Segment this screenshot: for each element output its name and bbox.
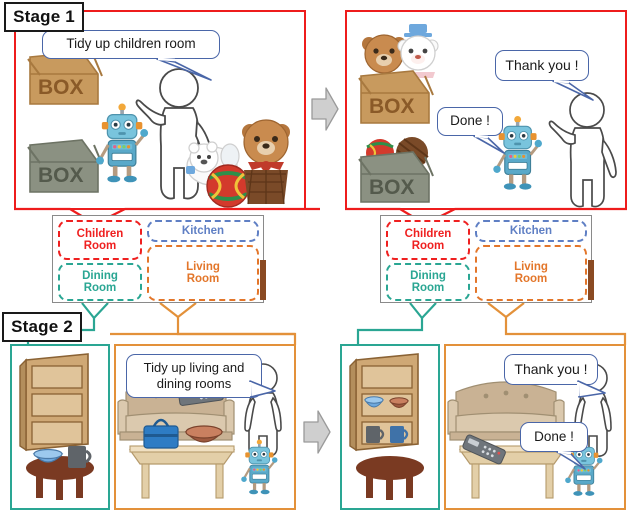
room-map-left: Children Room Kitchen Dining Room Living… (52, 215, 266, 303)
stage2-instruction-bubble: Tidy up living and dining rooms (126, 354, 276, 398)
svg-text:BOX: BOX (38, 76, 84, 99)
stage2-after-living-panel: Thank you ! Done ! (444, 344, 626, 510)
stage1-thankyou-text: Thank you ! (505, 56, 579, 73)
stage2-label-text: Stage 2 (11, 317, 73, 336)
door-jamb (260, 260, 266, 300)
box-brown-illustration: BOX (27, 51, 103, 105)
shelf-with-items-illustration (349, 353, 419, 452)
room-map-right: Children Room Kitchen Dining Room Living… (380, 215, 594, 303)
low-table-illustration (128, 445, 236, 499)
stage2-after-dining-scene (342, 346, 438, 508)
balls-in-gray-box-illustration: BOX (358, 137, 434, 203)
stage1-instruction-bubble: Tidy up children room (42, 30, 220, 81)
stage2-instruction-text: Tidy up living and dining rooms (143, 360, 245, 391)
room-children-right[interactable]: Children Room (386, 220, 470, 260)
room-label-line2: Room (411, 240, 445, 252)
stage1-thankyou-bubble: Thank you ! (495, 50, 594, 101)
figure-root: BOX BOX Tidy up children room BOX BOX Th… (0, 0, 640, 517)
stage1-done-text: Done ! (450, 113, 490, 129)
round-table-illustration (356, 456, 424, 500)
stage1-done-bubble: Done ! (437, 107, 505, 154)
stage2-before-living-panel: Tidy up living and dining rooms (114, 344, 296, 510)
stage2-thankyou-text: Thank you ! (514, 360, 588, 377)
stage1-instruction-text: Tidy up children room (66, 36, 196, 52)
stage1-label-text: Stage 1 (13, 7, 75, 26)
room-label-line1: Living (514, 260, 548, 273)
bears-in-brown-box-illustration: BOX (358, 24, 439, 124)
robot-illustration (96, 103, 149, 183)
stage2-before-dining-scene (12, 346, 108, 508)
room-label-line2: Room (83, 282, 117, 294)
shelf-empty-illustration (19, 353, 89, 452)
room-living-left[interactable]: Living Room (147, 245, 259, 301)
room-label-line2: Room (83, 240, 117, 252)
stage1-arrow (311, 87, 339, 131)
room-label-line1: Living (186, 260, 220, 273)
room-label-line2: Room (411, 282, 445, 294)
room-label-line2: Room (514, 273, 548, 285)
room-kitchen-right[interactable]: Kitchen (475, 220, 587, 242)
room-label-line2: Room (186, 273, 220, 285)
stage2-done-bubble: Done ! (520, 422, 588, 470)
stage2-before-dining-panel (10, 344, 110, 510)
stage1-before-panel: BOX BOX Tidy up children room (14, 10, 306, 210)
svg-text:BOX: BOX (38, 164, 84, 187)
svg-text:BOX: BOX (369, 95, 415, 118)
person-illustration (548, 92, 617, 208)
door-jamb (588, 260, 594, 300)
room-label-line1: Children (404, 227, 452, 240)
teddy-bear-illustration (242, 119, 290, 205)
room-living-right[interactable]: Living Room (475, 245, 587, 301)
room-label-line1: Kitchen (181, 224, 225, 237)
ball-toy-illustration (206, 164, 250, 208)
stage1-label: Stage 1 (4, 2, 84, 32)
stage2-done-text: Done ! (534, 428, 574, 444)
stage1-after-panel: BOX BOX Thank you ! Done ! (345, 10, 627, 210)
room-label-line1: Dining (82, 269, 118, 282)
stage2-arrow (303, 410, 331, 454)
box-gray-illustration: BOX (27, 139, 103, 193)
room-label-line1: Kitchen (509, 224, 553, 237)
room-children-left[interactable]: Children Room (58, 220, 142, 260)
stage2-thankyou-bubble: Thank you ! (504, 354, 606, 398)
room-label-line1: Dining (410, 269, 446, 282)
room-kitchen-left[interactable]: Kitchen (147, 220, 259, 242)
svg-text:BOX: BOX (369, 176, 415, 199)
room-dining-right[interactable]: Dining Room (386, 263, 470, 301)
room-label-line1: Children (76, 227, 124, 240)
stage2-after-dining-panel (340, 344, 440, 510)
stage2-label: Stage 2 (2, 312, 82, 342)
room-dining-left[interactable]: Dining Room (58, 263, 142, 301)
